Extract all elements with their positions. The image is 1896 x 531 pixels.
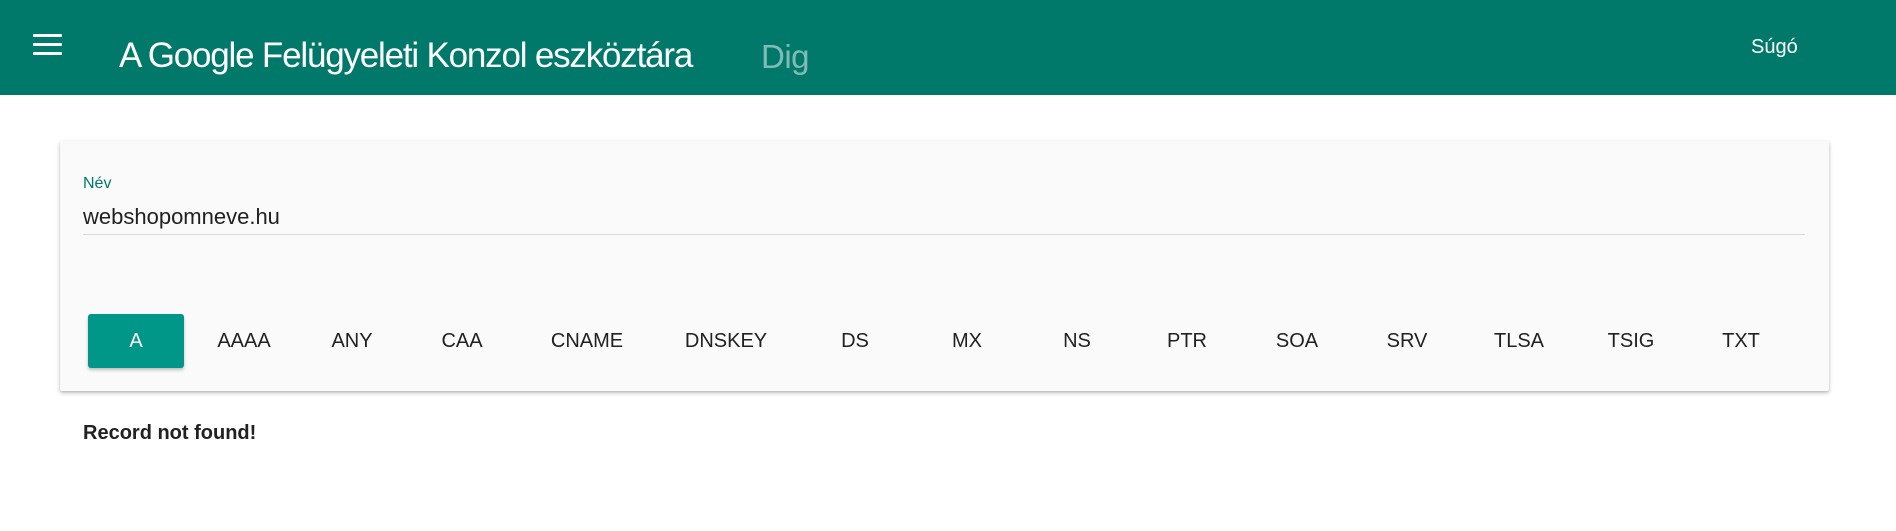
record-type-mx[interactable]: MX (926, 314, 1008, 368)
record-type-ns[interactable]: NS (1036, 314, 1118, 368)
app-title: A Google Felügyeleti Konzol eszköztára (119, 36, 693, 75)
record-type-tsig[interactable]: TSIG (1586, 314, 1676, 368)
menu-icon[interactable] (33, 34, 62, 56)
record-type-soa[interactable]: SOA (1256, 314, 1338, 368)
record-type-a[interactable]: A (88, 314, 184, 368)
record-type-caa[interactable]: CAA (416, 314, 508, 368)
record-type-cname[interactable]: CNAME (526, 314, 648, 368)
name-input[interactable] (83, 200, 1805, 235)
record-type-ptr[interactable]: PTR (1146, 314, 1228, 368)
result-message: Record not found! (83, 422, 257, 444)
record-type-tlsa[interactable]: TLSA (1473, 314, 1565, 368)
record-type-aaaa[interactable]: AAAA (192, 314, 296, 368)
name-field-label: Név (83, 175, 112, 192)
record-type-srv[interactable]: SRV (1366, 314, 1448, 368)
top-app-bar: A Google Felügyeleti Konzol eszköztára D… (0, 0, 1896, 95)
record-type-dnskey[interactable]: DNSKEY (661, 314, 791, 368)
help-link[interactable]: Súgó (1751, 36, 1798, 59)
query-card: Név A AAAA ANY CAA CNAME DNSKEY DS MX NS… (60, 141, 1829, 391)
tool-name: Dig (761, 38, 810, 75)
record-type-ds[interactable]: DS (817, 314, 893, 368)
record-type-any[interactable]: ANY (306, 314, 398, 368)
record-type-txt[interactable]: TXT (1696, 314, 1786, 368)
